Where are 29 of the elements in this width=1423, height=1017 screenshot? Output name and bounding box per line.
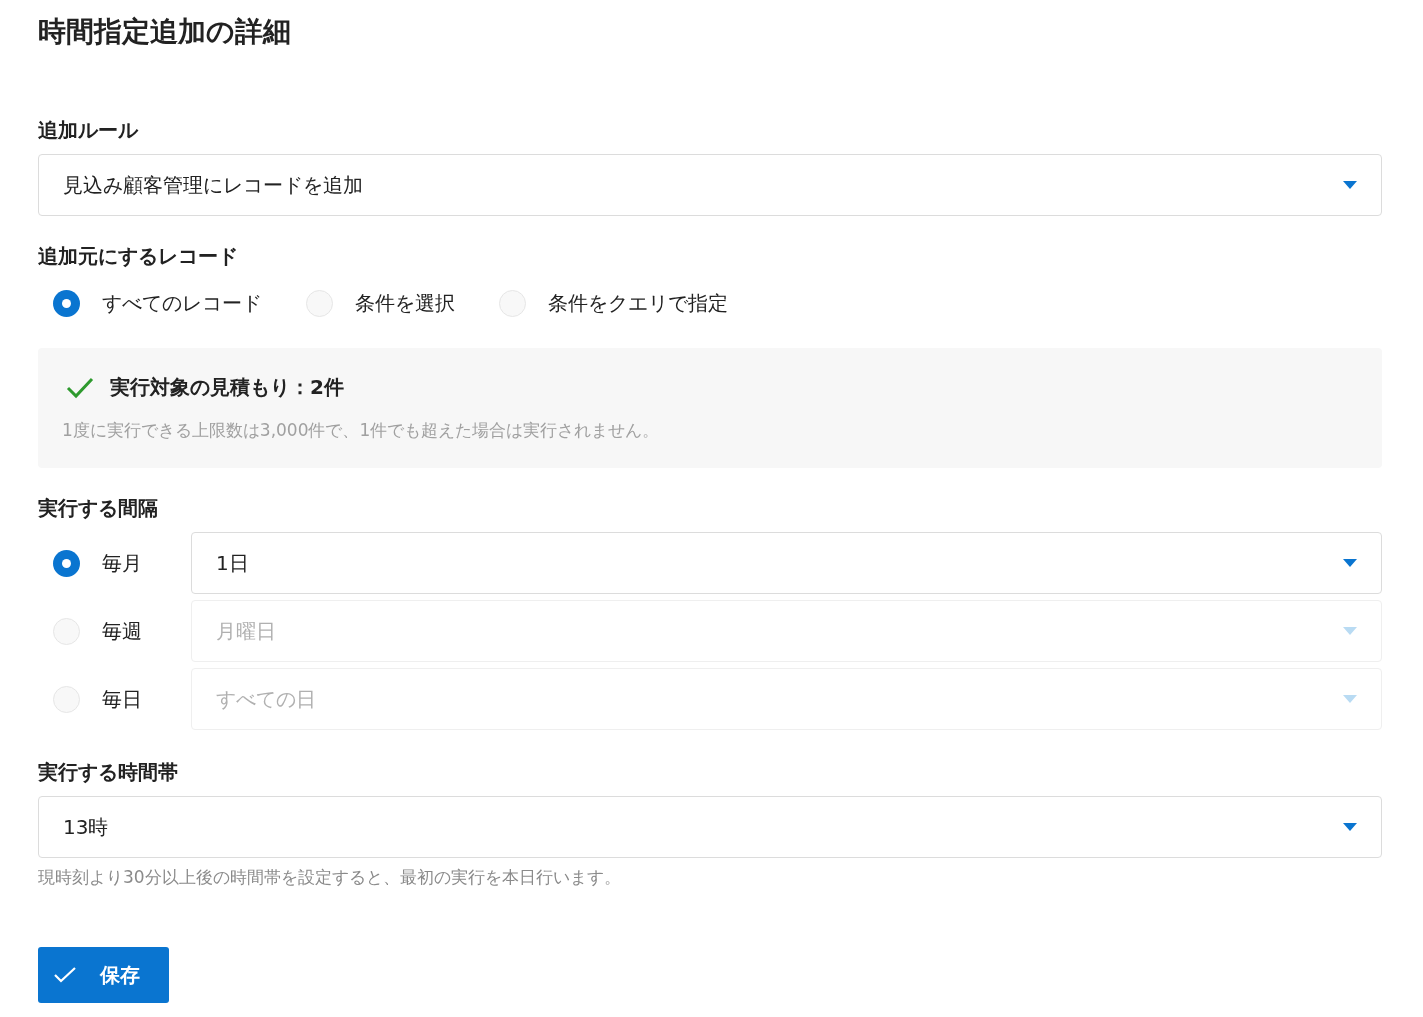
checkmark-icon <box>54 967 76 983</box>
estimate-title: 実行対象の見積もり：2件 <box>110 374 344 401</box>
caret-icon <box>1343 627 1357 635</box>
field-label: 実行する間隔 <box>38 495 159 522</box>
radio-button[interactable] <box>306 289 333 317</box>
radio-label: すべてのレコード <box>102 289 262 317</box>
select-field[interactable]: 1日 <box>191 532 1382 594</box>
checkmark-icon <box>66 376 94 399</box>
save-button[interactable]: 保存 <box>38 947 169 1003</box>
field-label: 追加元にするレコード <box>38 243 239 270</box>
select-field[interactable]: 見込み顧客管理にレコードを追加 <box>38 154 1382 216</box>
select-field[interactable]: 13時 <box>38 796 1382 858</box>
radio-button[interactable] <box>499 289 526 317</box>
caret-icon <box>1343 823 1357 831</box>
page-title: 時間指定追加の詳細 <box>38 14 292 50</box>
field-label: 実行する時間帯 <box>38 759 179 786</box>
radio-label: 毎月 <box>102 549 142 577</box>
caret-icon <box>1343 181 1357 189</box>
hint-text: 現時刻より30分以上後の時間帯を設定すると、最初の実行を本日行います。 <box>38 866 622 889</box>
radio-label: 毎日 <box>102 685 142 713</box>
radio-button[interactable] <box>53 549 80 577</box>
radio-label: 毎週 <box>102 617 142 645</box>
estimate-note: 1度に実行できる上限数は3,000件で、1件でも超えた場合は実行されません。 <box>62 419 661 442</box>
radio-label: 条件をクエリで指定 <box>548 289 728 317</box>
radio-label: 条件を選択 <box>355 289 455 317</box>
caret-icon <box>1343 695 1357 703</box>
field-label: 追加ルール <box>38 117 140 144</box>
caret-icon <box>1343 559 1357 567</box>
radio-button[interactable] <box>53 289 80 317</box>
